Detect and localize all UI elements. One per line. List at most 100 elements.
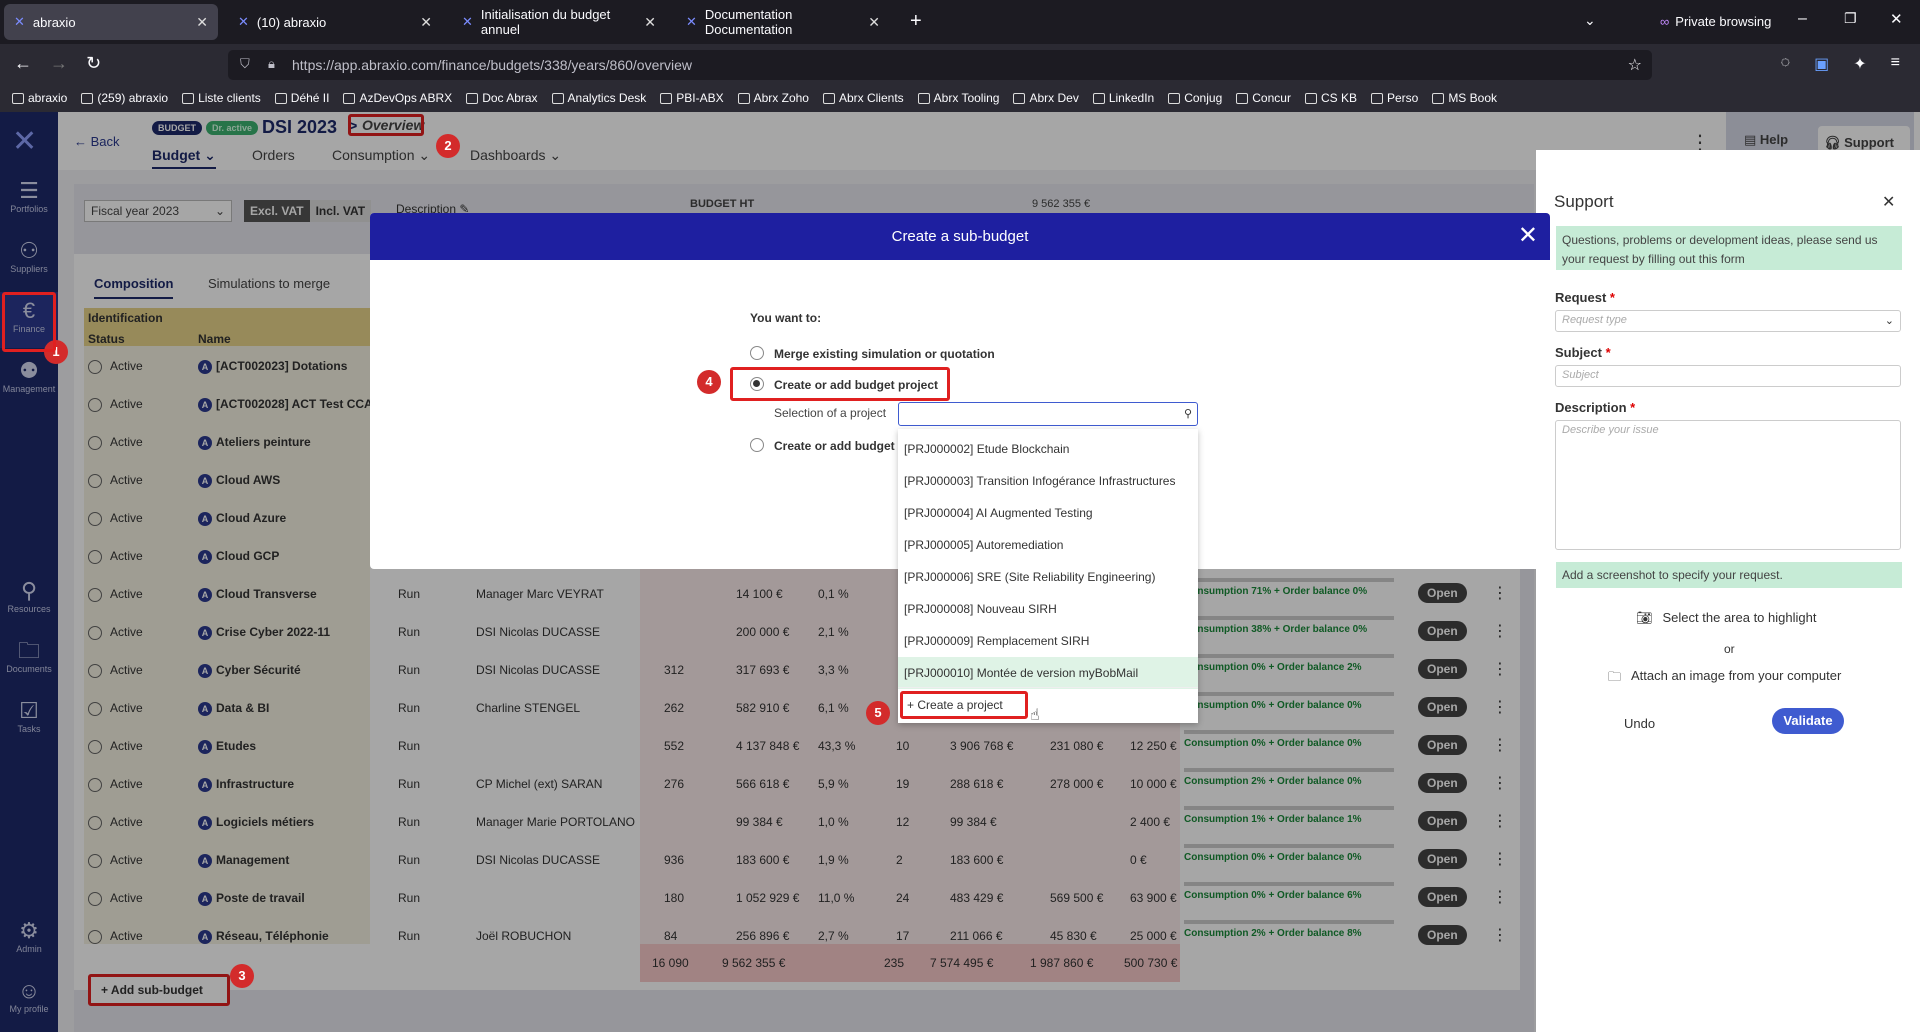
browser-tab[interactable]: ✕ Documentation Documentation ✕	[676, 4, 890, 40]
annotation-highlight-1	[2, 292, 56, 352]
radio-merge-simulation[interactable]	[750, 346, 764, 360]
bookmark-folder-icon	[917, 92, 930, 104]
bookmark-item[interactable]: Abrx Dev	[1013, 91, 1079, 105]
bookmark-folder-icon	[551, 92, 564, 104]
modal-header: Create a sub-budget	[370, 213, 1550, 260]
shield-icon[interactable]: ⛉	[240, 56, 250, 72]
bookmark-item[interactable]: Déhé II	[274, 91, 329, 105]
search-icon: ⚲	[1183, 408, 1192, 420]
url-text[interactable]: https://app.abraxio.com/finance/budgets/…	[292, 57, 692, 73]
bookmark-folder-icon	[1092, 92, 1105, 104]
extensions-puzzle-icon[interactable]: ✦	[1853, 54, 1866, 74]
private-mask-icon: ∞	[1660, 14, 1670, 29]
browser-tab[interactable]: ✕ Initialisation du budget annuel ✕	[452, 4, 666, 40]
bookmark-item[interactable]: (259) abraxio	[81, 91, 168, 105]
option-merge-simulation[interactable]: Merge existing simulation or quotation	[774, 347, 995, 361]
back-arrow-icon[interactable]: ←	[14, 53, 32, 74]
bookmark-folder-icon	[81, 92, 94, 104]
url-bar[interactable]: ⛉ 🔒︎ https://app.abraxio.com/finance/bud…	[228, 50, 1652, 80]
minimize-icon[interactable]: –	[1798, 10, 1807, 28]
bookmark-item[interactable]: Liste clients	[182, 91, 261, 105]
close-modal-icon[interactable]: ✕	[1518, 221, 1538, 250]
tab-label: (10) abraxio	[256, 14, 327, 30]
tab-label: abraxio	[32, 14, 76, 30]
bookmark-folder-icon	[1304, 92, 1317, 104]
bookmark-folder-icon	[660, 92, 673, 104]
bookmark-item[interactable]: MS Book	[1432, 91, 1497, 105]
tab-label: Initialisation du budget annuel	[480, 7, 611, 37]
browser-tab[interactable]: ✕ abraxio ✕	[4, 4, 218, 40]
bookmark-item[interactable]: Abrx Clients	[822, 91, 904, 105]
abraxio-favicon-icon: ✕	[462, 14, 473, 29]
bookmark-folder-icon	[1370, 92, 1383, 104]
tab-label: Documentation Documentation	[704, 7, 793, 37]
bookmark-folder-icon	[343, 92, 356, 104]
radio-create-budget-a[interactable]	[750, 438, 764, 452]
bookmark-folder-icon	[737, 92, 750, 104]
project-option[interactable]: [PRJ000002] Etude Blockchain	[898, 433, 1198, 465]
new-tab-icon[interactable]: +	[910, 10, 922, 33]
forward-arrow-icon[interactable]: →	[50, 53, 68, 74]
project-option[interactable]: [PRJ000009] Remplacement SIRH	[898, 625, 1198, 657]
bookmark-item[interactable]: Abrx Zoho	[737, 91, 809, 105]
bookmark-folder-icon	[1168, 92, 1181, 104]
bookmark-item[interactable]: Conjug	[1168, 91, 1222, 105]
close-tab-icon[interactable]: ✕	[868, 14, 880, 31]
selection-label: Selection of a project	[774, 406, 887, 420]
bookmark-folder-icon	[274, 92, 287, 104]
lock-icon[interactable]: 🔒︎	[268, 56, 275, 72]
annotation-marker-5: 5	[866, 701, 890, 725]
browser-tab-bar: ✕ abraxio ✕ ✕ (10) abraxio ✕ ✕ Initialis…	[0, 0, 1920, 44]
annotation-marker-3: 3	[230, 964, 254, 988]
bookmark-folder-icon	[466, 92, 479, 104]
project-option[interactable]: [PRJ000006] SRE (Site Reliability Engine…	[898, 561, 1198, 593]
close-window-icon[interactable]: ✕	[1890, 10, 1903, 28]
bookmark-item[interactable]: Perso	[1370, 91, 1418, 105]
bookmark-folder-icon	[12, 92, 24, 104]
annotation-marker-4: 4	[697, 370, 721, 394]
pocket-icon[interactable]: ◌	[1781, 54, 1791, 74]
browser-tab[interactable]: ✕ (10) abraxio ✕	[228, 4, 442, 40]
bookmark-folder-icon	[1236, 92, 1249, 104]
reload-icon[interactable]: ↻	[86, 53, 101, 74]
close-tab-icon[interactable]: ✕	[196, 14, 208, 31]
bookmarks-bar: abraxio (259) abraxio Liste clients Déhé II…	[0, 84, 1920, 112]
close-tab-icon[interactable]: ✕	[420, 14, 432, 31]
private-browsing-indicator: ∞ Private browsing	[1660, 14, 1772, 29]
bookmark-folder-icon	[182, 92, 195, 104]
browser-toolbar-icons: ◌ ▣ ✦ ≡	[1781, 54, 1900, 74]
menu-hamburger-icon[interactable]: ≡	[1891, 54, 1900, 74]
create-project-button[interactable]: + Create a project	[900, 691, 1028, 719]
close-tab-icon[interactable]: ✕	[644, 14, 656, 31]
restore-icon[interactable]: ❐	[1844, 10, 1857, 27]
modal-title: Create a sub-budget	[891, 228, 1029, 245]
plus-icon: +	[907, 698, 915, 712]
project-option[interactable]: [PRJ000005] Autoremediation	[898, 529, 1198, 561]
project-option[interactable]: [PRJ000010] Montée de version myBobMail	[898, 657, 1198, 689]
bookmark-folder-icon	[822, 92, 835, 104]
bookmark-folder-icon	[1432, 92, 1445, 104]
bookmark-item[interactable]: Concur	[1236, 91, 1291, 105]
bookmark-item[interactable]: Abrx Tooling	[917, 91, 999, 105]
project-option[interactable]: [PRJ000004] AI Augmented Testing	[898, 497, 1198, 529]
project-search-input[interactable]: ⚲	[898, 402, 1198, 426]
bookmark-star-icon[interactable]: ☆	[1628, 55, 1642, 75]
list-tabs-icon[interactable]: ⌄	[1584, 12, 1596, 29]
extension-icon[interactable]: ▣	[1814, 54, 1829, 74]
bookmark-item[interactable]: PBI-ABX	[660, 91, 724, 105]
project-dropdown: [PRJ000002] Etude Blockchain [PRJ000003] …	[898, 429, 1198, 724]
option-create-budget-a[interactable]: Create or add budget a	[774, 439, 898, 453]
project-option[interactable]: [PRJ000008] Nouveau SIRH	[898, 593, 1198, 625]
bookmark-item[interactable]: Doc Abrax	[466, 91, 538, 105]
bookmark-item[interactable]: AzDevOps ABRX	[343, 91, 452, 105]
bookmark-item[interactable]: Analytics Desk	[551, 91, 646, 105]
bookmark-item[interactable]: abraxio	[12, 91, 67, 105]
bookmark-folder-icon	[1013, 92, 1026, 104]
bookmark-item[interactable]: LinkedIn	[1092, 91, 1154, 105]
bookmark-item[interactable]: CS KB	[1304, 91, 1357, 105]
project-option[interactable]: [PRJ000003] Transition Infogérance Infra…	[898, 465, 1198, 497]
annotation-highlight-4	[730, 367, 950, 401]
abraxio-favicon-icon: ✕	[686, 14, 697, 29]
modal-prompt: You want to:	[750, 311, 822, 325]
annotation-marker-2: 2	[436, 134, 460, 158]
